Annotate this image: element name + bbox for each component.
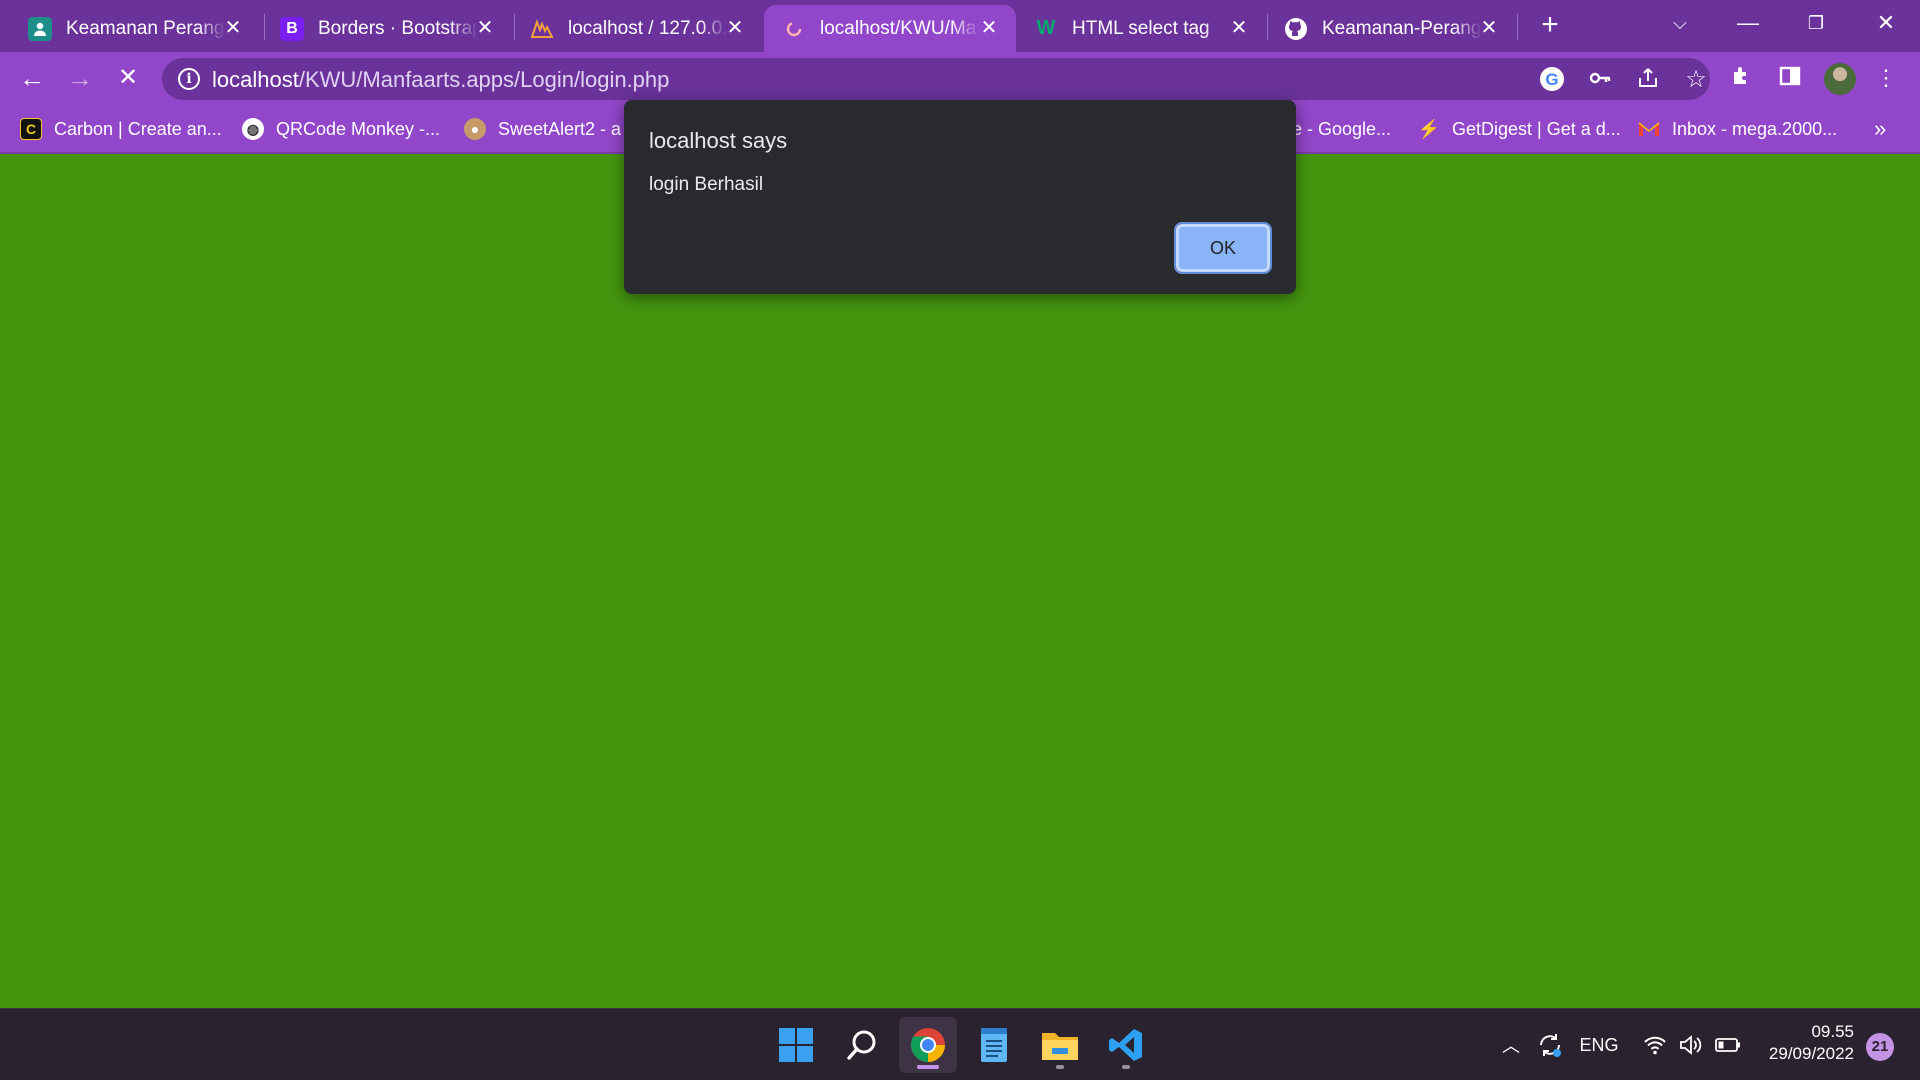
taskbar: ︿ ENG 09.55 29/09/2022 [0,1008,1920,1080]
page-loading-icon [782,17,806,41]
tab-keamanan-perangkat[interactable]: Keamanan Perangkat ✕ [10,5,260,52]
site-info-icon[interactable]: i [178,68,200,90]
notification-badge[interactable]: 21 [1866,1033,1894,1061]
language-indicator[interactable]: ENG [1576,1009,1622,1080]
clock-date: 29/09/2022 [1768,1044,1854,1063]
phpmyadmin-icon [530,17,554,41]
address-path: /KWU/Manfaarts.apps/Login/login.php [298,67,670,92]
bookmark-google[interactable]: e - Google... [1292,114,1391,144]
bookmark-carbon[interactable]: C Carbon | Create an... [20,114,222,144]
extensions-icon[interactable] [1728,64,1756,92]
forward-icon[interactable]: → [62,60,98,96]
bookmark-getdigest[interactable]: ⚡ GetDigest | Get a d... [1418,114,1621,144]
google-lens-icon[interactable]: G [1538,66,1566,94]
search-icon[interactable] [833,1017,891,1073]
menu-kebab-icon[interactable]: ⋮ [1872,64,1900,92]
start-icon[interactable] [767,1017,825,1073]
browser-toolbar: ← → ✕ i localhost/KWU/Manfaarts.apps/Log… [0,52,1920,104]
chrome-icon[interactable] [899,1017,957,1073]
tab-title: Keamanan Perangkat [66,17,226,39]
bookmark-label: GetDigest | Get a d... [1452,118,1621,139]
close-window-icon[interactable]: ✕ [1866,8,1906,38]
volume-icon[interactable] [1676,1009,1706,1080]
carbon-icon: C [20,118,42,140]
running-app-indicator [1056,1065,1064,1069]
bookmarks-overflow-icon[interactable]: » [1874,116,1886,142]
tab-html-select[interactable]: W HTML select tag ✕ [1016,5,1266,52]
address-bar[interactable]: i localhost/KWU/Manfaarts.apps/Login/log… [162,58,1710,100]
new-tab-button[interactable]: + [1536,10,1564,40]
tab-title: HTML select tag [1072,17,1210,39]
close-icon[interactable]: ✕ [474,17,496,39]
bookmark-label: e - Google... [1292,118,1392,139]
running-app-indicator [1122,1065,1130,1069]
ok-button[interactable]: OK [1174,222,1272,274]
tab-github[interactable]: Keamanan-Perangkat ✕ [1266,5,1516,52]
tray-overflow-icon[interactable]: ︿ [1496,1009,1526,1080]
tab-phpmyadmin[interactable]: localhost / 127.0.0.1 ✕ [512,5,762,52]
getdigest-icon: ⚡ [1417,118,1441,139]
sweetalert-icon: ● [464,118,486,140]
tab-search-icon[interactable]: ⌵ [1660,8,1700,38]
qrcode-monkey-icon: ◍ [242,118,264,140]
bookmark-label: QRCode Monkey -... [276,118,441,139]
close-icon[interactable]: ✕ [724,17,746,39]
tab-title: localhost/KWU/Manfaarts.apps [820,17,980,39]
active-app-indicator [917,1065,939,1069]
battery-icon[interactable] [1712,1009,1744,1080]
share-icon[interactable] [1634,66,1662,94]
close-icon[interactable]: ✕ [1228,17,1250,39]
wifi-icon[interactable] [1640,1009,1670,1080]
gmail-icon [1638,118,1660,140]
dialog-title: localhost says [649,128,788,153]
address-url[interactable]: localhost/KWU/Manfaarts.apps/Login/login… [212,67,669,93]
w3schools-icon: W [1036,17,1056,39]
key-icon[interactable] [1586,66,1614,94]
bookmark-star-icon[interactable]: ☆ [1682,66,1710,94]
stop-loading-icon[interactable]: ✕ [110,60,146,96]
notepad-icon[interactable] [965,1017,1023,1073]
bookmark-label: SweetAlert2 - a [498,118,622,139]
close-icon[interactable]: ✕ [222,17,244,39]
back-icon[interactable]: ← [14,60,50,96]
tab-separator [1517,14,1518,40]
minimize-icon[interactable]: — [1728,8,1768,38]
tab-strip: Keamanan Perangkat ✕ B Borders · Bootstr… [0,0,1920,52]
bookmark-label: Inbox - mega.2000... [1672,118,1838,139]
bootstrap-icon: B [280,16,304,41]
vscode-icon[interactable] [1097,1017,1155,1073]
svg-text:G: G [1545,70,1558,89]
clock[interactable]: 09.55 29/09/2022 [1760,1021,1854,1065]
tab-localhost-login[interactable]: localhost/KWU/Manfaarts.apps ✕ [764,5,1016,52]
bookmark-gmail[interactable]: Inbox - mega.2000... [1638,114,1837,144]
tab-title: localhost / 127.0.0.1 [568,17,728,39]
address-host: localhost [212,67,299,92]
bookmark-qrcode-monkey[interactable]: ◍ QRCode Monkey -... [242,114,440,144]
bookmark-label: Carbon | Create an... [54,118,222,139]
tab-bootstrap-borders[interactable]: B Borders · Bootstrap ✕ [262,5,512,52]
profile-avatar[interactable] [1824,63,1856,95]
tab-title: Borders · Bootstrap [318,17,478,39]
restore-icon[interactable]: ❐ [1796,8,1836,38]
file-explorer-icon[interactable] [1031,1017,1089,1073]
tab-title: Keamanan-Perangkat [1322,17,1482,39]
bookmark-sweetalert[interactable]: ● SweetAlert2 - a [464,114,621,144]
sync-icon[interactable] [1532,1009,1568,1080]
clock-time: 09.55 [1811,1022,1854,1041]
side-panel-icon[interactable] [1776,64,1804,92]
github-icon [1284,17,1308,41]
classroom-icon [28,16,52,41]
alert-dialog: localhost says login Berhasil OK [624,100,1296,294]
close-icon[interactable]: ✕ [978,17,1000,39]
dialog-message: login Berhasil [649,174,764,195]
close-icon[interactable]: ✕ [1478,17,1500,39]
